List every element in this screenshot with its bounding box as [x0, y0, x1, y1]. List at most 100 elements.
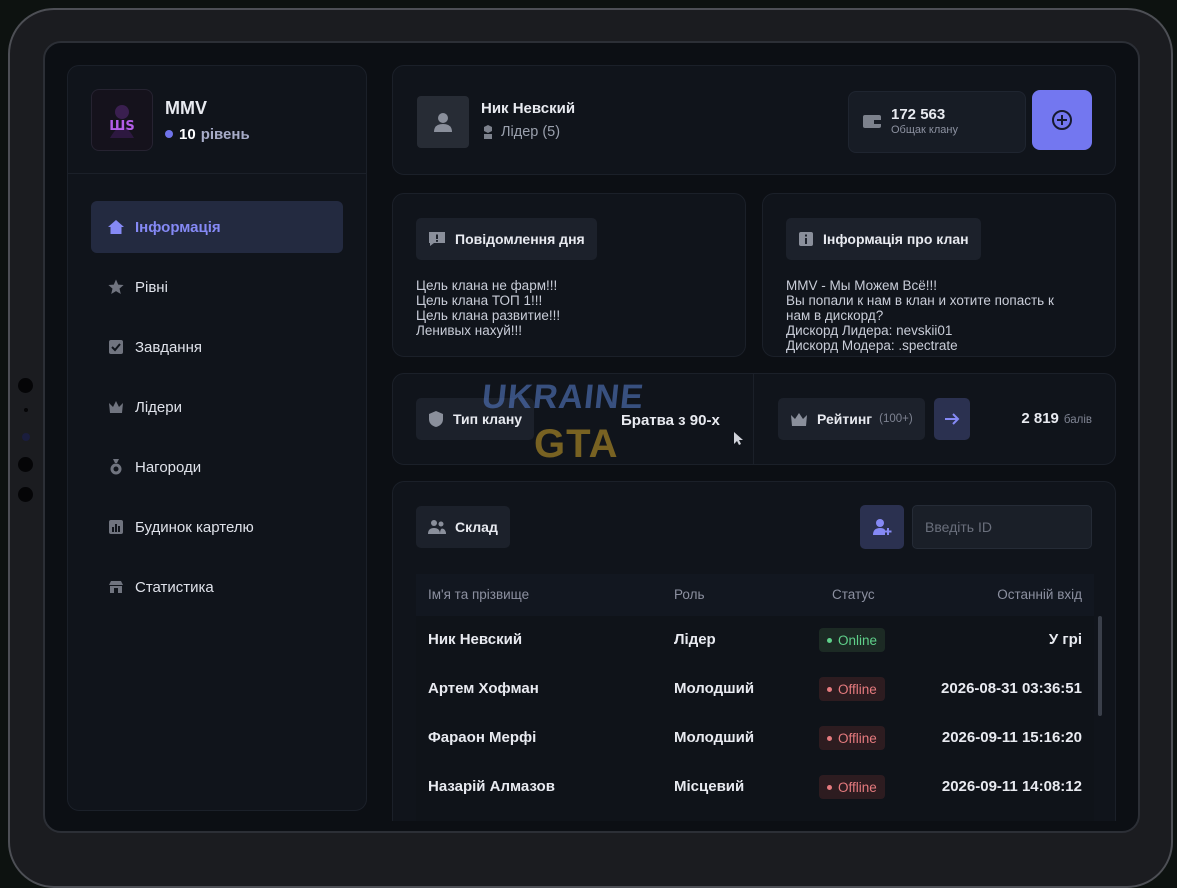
table-row[interactable]: Фараон Мерфі Молодший Offline 2026-09-11… [416, 714, 1094, 763]
crown-icon [109, 401, 123, 413]
member-last-login: 2026-08-31 03:36:51 [941, 680, 1082, 697]
add-funds-button[interactable] [1032, 90, 1092, 150]
level-dot-icon [165, 130, 173, 138]
plus-circle-icon [1052, 110, 1072, 130]
level-word: рівень [200, 125, 250, 143]
nav-label: Інформація [135, 218, 221, 236]
treasury-label: Общак клану [891, 124, 958, 136]
status-badge: Online [819, 628, 886, 652]
clan-info-title-chip: Інформація про клан [786, 218, 981, 260]
rating-open-button[interactable] [934, 398, 970, 440]
members-card: Склад Введіть ID Ім'я та прізвище Роль С… [392, 481, 1116, 821]
col-last-login: Останній вхід [997, 587, 1082, 602]
invite-member-button[interactable] [860, 505, 904, 549]
divider [753, 374, 754, 464]
treasury-amount: 172 563 [891, 106, 946, 123]
status-badge: Offline [819, 775, 885, 799]
checkbox-icon [109, 340, 123, 354]
table-row[interactable]: Назарій Алмазов Місцевий Offline 2026-09… [416, 763, 1094, 812]
sidebar: ШS MMV 10 рівень Інформація Рівні Завдан… [67, 65, 367, 811]
clan-level: 10 рівень [165, 126, 250, 143]
nav-item-leaders[interactable]: Лідери [91, 381, 343, 433]
user-card: Ник Невский Лідер (5) 172 563 Общак клан… [392, 65, 1116, 175]
member-name: Фараон Мерфі [428, 729, 537, 746]
nav-label: Рівні [135, 278, 168, 296]
clan-info-text: MMV - Мы Можем Всё!!! Вы попали к нам в … [786, 278, 1054, 353]
wallet-icon [863, 115, 881, 128]
nav-label: Завдання [135, 338, 202, 356]
status-badge: Offline [819, 726, 885, 750]
table-header: Ім'я та прізвище Роль Статус Останній вх… [416, 574, 1094, 616]
shield-icon [429, 411, 443, 427]
status-text: Online [838, 632, 878, 648]
member-role: Молодший [674, 680, 755, 697]
rating-score-unit: балів [1063, 414, 1092, 426]
motd-line: Цель клана развитие!!! [416, 308, 561, 323]
clan-name: MMV [165, 97, 207, 118]
clan-info-title: Інформація про клан [823, 231, 969, 247]
col-status: Статус [832, 587, 875, 602]
member-role: Лідер [674, 631, 716, 648]
users-icon [428, 520, 446, 534]
status-dot-icon [827, 735, 832, 741]
rating-chip: Рейтинг (100+) [778, 398, 925, 440]
nav-item-tasks[interactable]: Завдання [91, 321, 343, 373]
watermark-bottom: GTA [534, 422, 619, 466]
member-name: Ник Невский [428, 631, 523, 648]
nav-item-statistics[interactable]: Статистика [91, 561, 343, 613]
user-name: Ник Невский [481, 100, 576, 117]
crown-icon [791, 413, 807, 426]
camera-lens [22, 433, 30, 441]
rank-icon [484, 125, 492, 139]
member-last-login: 2026-09-11 15:16:20 [941, 729, 1082, 746]
member-id-placeholder: Введіть ID [925, 519, 992, 535]
member-id-input[interactable]: Введіть ID [912, 505, 1092, 549]
member-role: Молодший [674, 729, 755, 746]
member-last-login: У грі [1048, 631, 1082, 648]
nav-item-cartel-house[interactable]: Будинок картелю [91, 501, 343, 553]
status-text: Offline [838, 779, 877, 795]
info-line: Дискорд Лидера: nevskii01 [786, 323, 953, 338]
rating-hint: (100+) [879, 413, 913, 425]
clan-info-card: Інформація про клан MMV - Мы Можем Всё!!… [762, 193, 1116, 357]
table-row[interactable]: Ник Невский Лідер Online У грі [416, 616, 1094, 665]
motd-line: Цель клана не фарм!!! [416, 278, 558, 293]
clan-treasury: 172 563 Общак клану [848, 91, 1026, 153]
table-scrollbar[interactable] [1098, 616, 1102, 716]
divider [68, 173, 366, 174]
arrow-right-icon [945, 413, 960, 425]
sensor-dot [24, 408, 28, 412]
nav-label: Лідери [135, 398, 182, 416]
store-icon [109, 581, 123, 593]
info-line: MMV - Мы Можем Всё!!! [786, 278, 938, 293]
user-avatar [417, 96, 469, 148]
nav-label: Нагороди [135, 458, 202, 476]
member-name: Назарій Алмазов [428, 778, 555, 795]
col-role: Роль [674, 587, 705, 602]
status-dot-icon [827, 784, 832, 790]
home-icon [108, 220, 124, 234]
clan-logo: ШS [91, 89, 153, 151]
user-role: Лідер (5) [481, 124, 560, 140]
table-row[interactable]: Артем Хофман Молодший Offline 2026-08-31… [416, 665, 1094, 714]
motd-card: Повідомлення дня Цель клана не фарм!!! Ц… [392, 193, 746, 357]
svg-text:ШS: ШS [109, 119, 134, 134]
medal-icon [110, 459, 122, 475]
add-user-icon [873, 519, 892, 535]
motd-title-chip: Повідомлення дня [416, 218, 597, 260]
camera-dot [18, 457, 33, 472]
level-number: 10 [179, 125, 196, 143]
nav-item-awards[interactable]: Нагороди [91, 441, 343, 493]
nav-item-info[interactable]: Інформація [91, 201, 343, 253]
user-role-label: Лідер (5) [501, 124, 561, 140]
storage-button[interactable]: Склад [416, 506, 510, 548]
status-dot-icon [827, 637, 832, 643]
status-text: Offline [838, 730, 877, 746]
info-icon [799, 232, 813, 246]
motd-text: Цель клана не фарм!!! Цель клана ТОП 1!!… [416, 278, 560, 338]
storage-label: Склад [455, 519, 498, 535]
member-name: Артем Хофман [428, 680, 539, 697]
status-text: Offline [838, 681, 877, 697]
alert-message-icon [429, 232, 445, 246]
nav-item-levels[interactable]: Рівні [91, 261, 343, 313]
